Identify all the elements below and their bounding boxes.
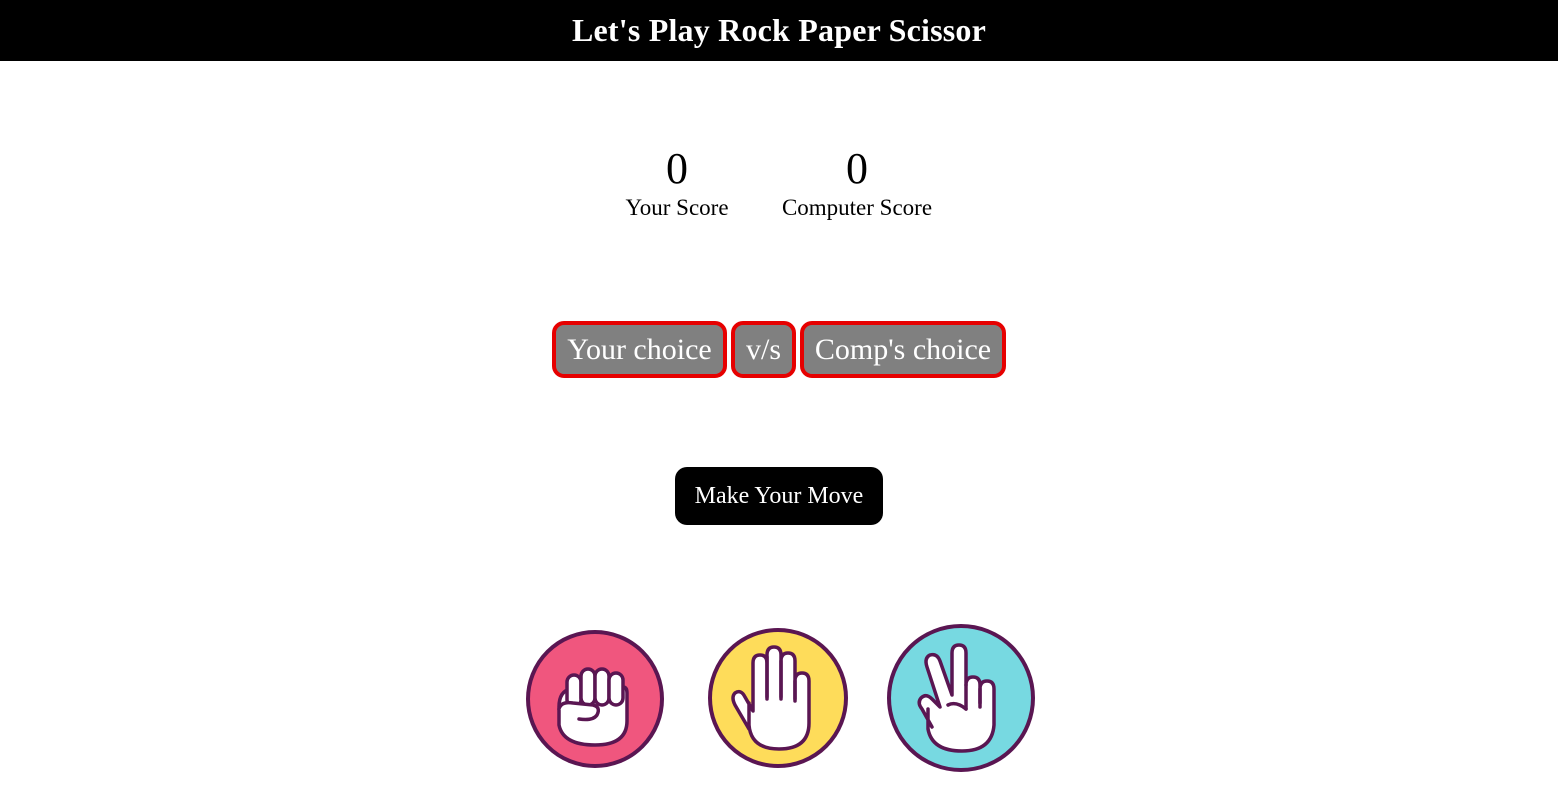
user-score-label: Your Score (625, 195, 729, 220)
user-score-value: 0 (666, 144, 688, 193)
app-header: Let's Play Rock Paper Scissor (0, 0, 1558, 61)
peace-hand-icon (887, 624, 1035, 772)
paper-choice-button[interactable] (707, 627, 849, 769)
your-choice-display: Your choice (552, 321, 727, 378)
user-score-box: 0 Your Score (604, 143, 750, 221)
computer-score-value: 0 (846, 144, 868, 193)
open-hand-icon (708, 628, 848, 768)
computer-score-label: Computer Score (781, 195, 933, 220)
make-move-button[interactable]: Make Your Move (675, 467, 883, 525)
fist-icon (526, 630, 664, 768)
computer-score-box: 0 Computer Score (767, 143, 947, 221)
rock-choice-button[interactable] (525, 629, 665, 769)
page-title: Let's Play Rock Paper Scissor (571, 12, 987, 48)
versus-label: v/s (731, 321, 796, 378)
scissors-choice-button[interactable] (886, 623, 1036, 773)
computer-choice-display: Comp's choice (800, 321, 1006, 378)
